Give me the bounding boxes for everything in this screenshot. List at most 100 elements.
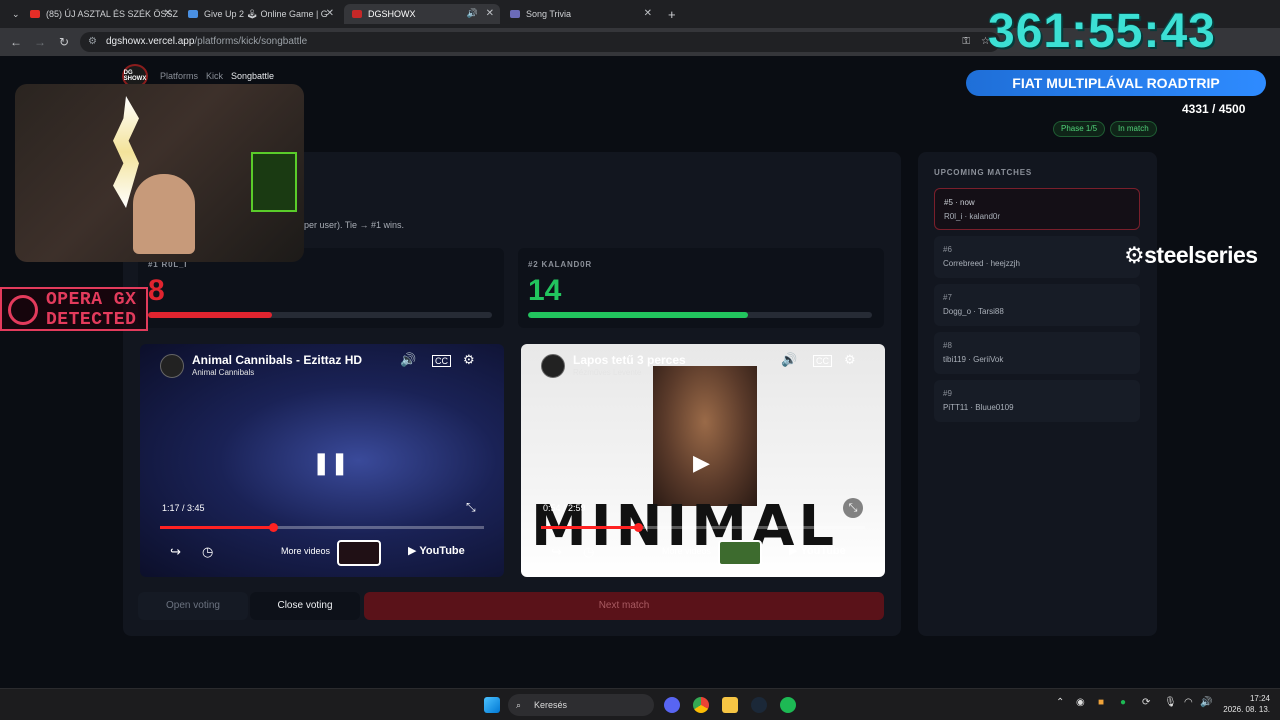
nav-link-platforms[interactable]: Platforms (160, 71, 198, 81)
close-tab-icon[interactable]: ✕ (326, 8, 334, 19)
forward-arrow-icon[interactable]: → (32, 34, 48, 50)
video-player-1[interactable]: Animal Cannibals - Ezittaz HD Animal Can… (140, 344, 504, 577)
volume-tray-icon[interactable]: 🔊 (1200, 697, 1212, 708)
close-tab-icon[interactable]: ✕ (164, 8, 172, 19)
tab-youtube[interactable]: (85) ÚJ ASZTAL ÉS SZÉK ÖSSZE ✕ (22, 4, 178, 24)
url-input[interactable]: ⚙ dgshowx.vercel.app/platforms/kick/song… (80, 32, 1000, 52)
wifi-icon[interactable]: ◠ (1184, 697, 1193, 708)
captions-icon[interactable]: CC (813, 355, 832, 367)
video-1-channel[interactable]: Animal Cannibals (192, 368, 254, 377)
pause-icon[interactable]: ❚❚ (312, 450, 349, 476)
trivia-favicon-icon (510, 10, 520, 18)
microphone-icon[interactable]: 🎙 (1164, 697, 1177, 708)
next-match-button[interactable]: Next match (364, 592, 884, 620)
video-1-progress[interactable] (160, 523, 484, 532)
upcoming-matches-title: UPCOMING MATCHES (934, 168, 1032, 177)
youtube-brand-text: YouTube (800, 545, 846, 557)
phase-badge: Phase 1/5 (1053, 121, 1106, 137)
close-tab-icon[interactable]: ✕ (486, 8, 494, 19)
site-info-icon[interactable]: ⚙ (88, 32, 97, 52)
settings-gear-icon[interactable]: ⚙ (463, 352, 475, 368)
instructions-text: per user). Tie → #1 wins. (304, 220, 405, 230)
steam-tray-icon[interactable]: ◉ (1076, 697, 1085, 708)
match-item[interactable]: #8 tibi119 · GeriiVok (934, 332, 1140, 374)
share-icon[interactable]: ↪ (170, 544, 181, 560)
video-2-channel[interactable]: Rézműves Levente (573, 368, 641, 377)
tray-sync-icon[interactable]: ⟳ (1142, 697, 1150, 708)
fullscreen-icon[interactable]: ⤡ (843, 498, 863, 518)
taskbar-clock[interactable]: 17:24 2026. 08. 13. (1218, 693, 1270, 715)
more-videos-label[interactable]: More videos (281, 546, 330, 556)
new-tab-button[interactable]: + (660, 4, 680, 24)
opera-logo-icon (8, 295, 38, 325)
volume-icon[interactable]: 🔊 (400, 352, 416, 368)
speaker-icon[interactable]: 🔊 (467, 8, 478, 19)
arcade-screen-decoration (251, 152, 297, 212)
video-2-progress[interactable] (541, 523, 865, 532)
match-players: tibi119 · GeriiVok (943, 355, 1004, 364)
tab-title: Give Up 2 🕹 Online Game | G (204, 8, 328, 19)
nav-link-kick[interactable]: Kick (206, 71, 223, 81)
play-icon[interactable]: ▶ (693, 450, 710, 476)
settings-gear-icon[interactable]: ⚙ (844, 352, 856, 368)
search-placeholder: Keresés (534, 700, 568, 710)
youtube-logo[interactable]: ▶ YouTube (408, 544, 465, 557)
tab-list-chevron-icon[interactable]: ⌄ (4, 4, 20, 24)
spotify-icon[interactable] (780, 697, 796, 713)
match-players: R0l_i · kaland0r (944, 212, 1001, 221)
match-item[interactable]: #5 · now R0l_i · kaland0r (934, 188, 1140, 230)
video-player-2[interactable]: MINIMAL Lapos tetű 3 perces Rézműves Lev… (521, 344, 885, 577)
file-explorer-icon[interactable] (722, 697, 738, 713)
tab-title: Song Trivia (526, 9, 572, 19)
tab-song-trivia[interactable]: Song Trivia ✕ (502, 4, 658, 24)
match-item[interactable]: #9 PiTT11 · Bluue0109 (934, 380, 1140, 422)
match-item[interactable]: #7 Dogg_o · Tarsi88 (934, 284, 1140, 326)
match-number: #5 · now (944, 198, 975, 207)
match-item[interactable]: #6 Correbreed · heejzzjh (934, 236, 1140, 278)
volume-icon[interactable]: 🔊 (781, 352, 797, 368)
watch-later-clock-icon[interactable]: ◷ (202, 544, 213, 560)
back-arrow-icon[interactable]: ← (8, 34, 24, 50)
close-voting-button[interactable]: Close voting (250, 592, 360, 620)
match-players: PiTT11 · Bluue0109 (943, 403, 1014, 412)
captions-icon[interactable]: CC (432, 355, 451, 367)
more-videos-thumbnail[interactable] (718, 540, 762, 566)
channel-avatar[interactable] (541, 354, 565, 378)
player-1-vote-fill (148, 312, 272, 318)
video-2-title[interactable]: Lapos tetű 3 perces (573, 353, 686, 367)
steam-icon[interactable] (751, 697, 767, 713)
channel-avatar[interactable] (160, 354, 184, 378)
match-number: #7 (943, 293, 952, 302)
share-icon[interactable]: ↪ (551, 544, 562, 560)
taskbar-search[interactable]: ⌕ Keresés (508, 694, 654, 716)
sponsor-text: steelseries (1144, 242, 1258, 268)
open-voting-button[interactable]: Open voting (138, 592, 248, 620)
fullscreen-icon[interactable]: ⤡ (466, 500, 476, 515)
match-state-badge: In match (1110, 121, 1157, 137)
tab-dgshowx[interactable]: DGSHOWX 🔊 ✕ (344, 4, 500, 24)
clock-time: 17:24 (1249, 694, 1270, 703)
streamer-face (133, 174, 195, 254)
watch-later-clock-icon[interactable]: ◷ (583, 544, 594, 560)
reload-icon[interactable]: ↻ (56, 34, 72, 50)
more-videos-label[interactable]: More videos (662, 546, 711, 556)
youtube-logo[interactable]: ▶ YouTube (789, 544, 846, 557)
video-1-title[interactable]: Animal Cannibals - Ezittaz HD (192, 353, 362, 367)
close-tab-icon[interactable]: ✕ (644, 8, 652, 19)
discord-icon[interactable] (664, 697, 680, 713)
tab-give-up[interactable]: Give Up 2 🕹 Online Game | G ✕ (180, 4, 340, 24)
password-key-icon[interactable]: ⚿ (962, 32, 970, 52)
chrome-icon[interactable] (693, 697, 709, 713)
youtube-favicon-icon (30, 10, 40, 18)
game-favicon-icon (188, 10, 198, 18)
progress-scrubber[interactable] (269, 523, 279, 532)
tab-title: (85) ÚJ ASZTAL ÉS SZÉK ÖSSZE (46, 9, 178, 19)
video-2-time: 0:54 / 2:59 (543, 503, 586, 513)
player-2-vote-bar (528, 312, 872, 318)
windows-start-icon[interactable] (484, 697, 500, 713)
tray-app-icon[interactable]: ■ (1098, 697, 1104, 708)
tray-chevron-up-icon[interactable]: ⌃ (1056, 697, 1064, 708)
nav-link-songbattle[interactable]: Songbattle (231, 71, 274, 81)
tray-status-icon[interactable]: ● (1120, 697, 1126, 708)
more-videos-thumbnail[interactable] (337, 540, 381, 566)
